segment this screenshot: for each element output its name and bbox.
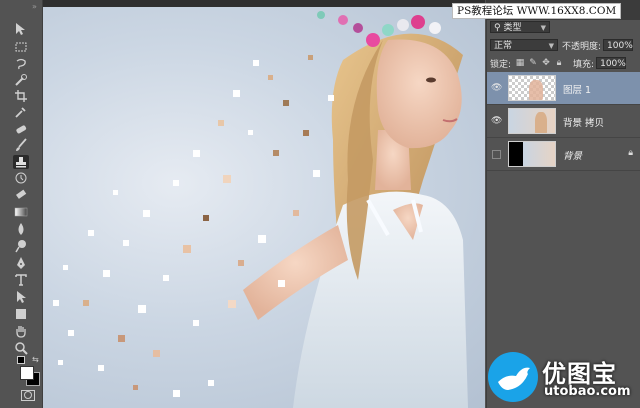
eyedropper-tool-icon[interactable] — [13, 105, 29, 119]
path-select-tool-icon[interactable] — [13, 290, 29, 304]
visibility-eye-icon[interactable]: 👁︎ — [491, 116, 502, 126]
opacity-field[interactable]: 100% — [603, 39, 634, 51]
document-canvas[interactable] — [43, 0, 485, 408]
swap-colors-icon[interactable]: ⇆ — [32, 355, 39, 364]
default-colors-icon[interactable] — [17, 356, 25, 364]
fill-field[interactable]: 100% — [596, 57, 627, 69]
healing-tool-icon[interactable] — [13, 122, 29, 136]
chevron-down-icon: ▼ — [540, 24, 546, 32]
marquee-tool-icon[interactable] — [13, 40, 29, 54]
eraser-tool-icon[interactable] — [13, 188, 29, 202]
layer-row-background[interactable]: 背景 🔒︎ — [487, 138, 640, 171]
opacity-label: 不透明度: — [562, 41, 602, 52]
visibility-eye-icon[interactable]: 👁︎ — [491, 83, 502, 93]
lasso-tool-icon[interactable] — [13, 57, 29, 71]
logo-site-text: utobao.com — [544, 384, 631, 399]
brush-tool-icon[interactable] — [13, 138, 29, 152]
crop-tool-icon[interactable] — [13, 89, 29, 103]
foreground-color-swatch[interactable] — [20, 366, 34, 380]
move-tool-icon[interactable] — [13, 22, 29, 36]
fill-label: 填充: — [573, 59, 595, 70]
collapse-icon[interactable]: » — [32, 2, 37, 11]
blend-mode-dropdown[interactable]: 正常 ▼ — [490, 39, 558, 51]
chevron-down-icon: ▼ — [548, 42, 554, 50]
lock-pixels-icon[interactable]: ✎ — [528, 58, 538, 68]
filter-search-icon: ⚲ — [494, 23, 501, 33]
bird-logo-icon — [488, 352, 538, 402]
layer-filter-dropdown[interactable]: ⚲ 类型 ▼ — [490, 21, 550, 33]
zoom-tool-icon[interactable] — [13, 341, 29, 355]
layer-lock-icon: 🔒︎ — [628, 148, 633, 158]
blend-row: 正常 ▼ 不透明度: 100% — [490, 38, 640, 52]
layer-name: 背景 拷贝 — [563, 118, 605, 129]
layer-name: 背景 — [563, 151, 583, 162]
history-brush-tool-icon[interactable] — [13, 171, 29, 185]
layer-thumbnail — [508, 108, 556, 134]
lock-row: 锁定: ▦ ✎ ✥ 🔒︎ 填充: 100% — [490, 56, 640, 70]
watermark-text: PS教程论坛 WWW.16XX8.COM — [452, 3, 622, 19]
clone-stamp-tool-icon[interactable] — [13, 155, 29, 169]
lock-label: 锁定: — [490, 59, 512, 70]
hand-tool-icon[interactable] — [13, 324, 29, 338]
fill-value: 100% — [600, 59, 626, 69]
layer-thumbnail — [508, 141, 556, 167]
layer-row-layer1[interactable]: 👁︎ 图层 1 — [487, 72, 640, 105]
lock-transparency-icon[interactable]: ▦ — [515, 58, 525, 68]
filter-kind-label: 类型 — [503, 23, 522, 33]
gradient-tool-icon[interactable] — [13, 205, 29, 219]
opacity-value: 100% — [607, 41, 633, 51]
type-tool-icon[interactable] — [13, 273, 29, 287]
layer-name: 图层 1 — [563, 85, 592, 96]
lock-position-icon[interactable]: ✥ — [541, 58, 551, 68]
dispersion-particles — [53, 55, 334, 397]
layer-filter-row: ⚲ 类型 ▼ — [490, 20, 640, 34]
pen-tool-icon[interactable] — [13, 256, 29, 270]
visibility-toggle-empty[interactable] — [492, 150, 501, 159]
blend-mode-value: 正常 — [494, 41, 513, 51]
dodge-tool-icon[interactable] — [13, 239, 29, 253]
quick-select-tool-icon[interactable] — [13, 73, 29, 87]
shape-tool-icon[interactable] — [13, 307, 29, 321]
canvas-artwork — [53, 11, 468, 408]
blur-tool-icon[interactable] — [13, 222, 29, 236]
layer-thumbnail — [508, 75, 556, 101]
layer-row-background-copy[interactable]: 👁︎ 背景 拷贝 — [487, 105, 640, 138]
lock-all-icon[interactable]: 🔒︎ — [554, 58, 564, 68]
tools-panel: » ⇆ — [0, 0, 43, 408]
quick-mask-icon[interactable] — [21, 390, 35, 401]
site-logo: 优图宝 utobao.com — [484, 348, 640, 408]
